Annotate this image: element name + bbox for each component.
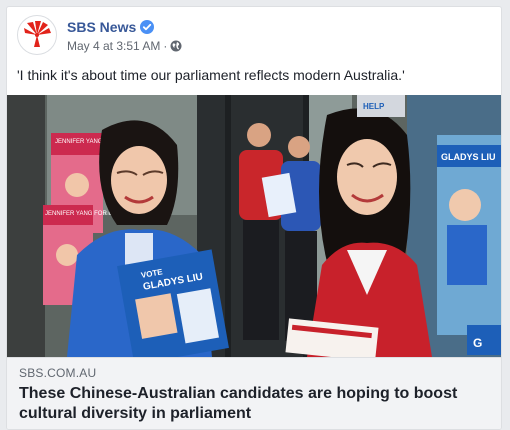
svg-text:G: G [473, 336, 482, 350]
svg-text:GLADYS LIU: GLADYS LIU [441, 152, 496, 162]
volunteer-red-shirt [239, 123, 283, 340]
link-domain: SBS.COM.AU [19, 366, 97, 380]
page-avatar[interactable] [17, 15, 57, 55]
post-meta: May 4 at 3:51 AM · [67, 39, 182, 53]
globe-icon[interactable] [170, 40, 182, 52]
post-timestamp[interactable]: May 4 at 3:51 AM [67, 39, 160, 53]
link-preview[interactable]: SBS.COM.AU These Chinese-Australian cand… [7, 357, 501, 429]
svg-text:HELP: HELP [363, 102, 385, 111]
campaign-photo: JENNIFER YANG FOR CHISHOLM JENNIFER YANG… [7, 95, 501, 357]
link-headline[interactable]: These Chinese-Australian candidates are … [19, 384, 489, 424]
sbs-logo-icon [24, 21, 51, 47]
verified-badge-icon [140, 20, 155, 34]
post-card: SBS News May 4 at 3:51 AM · 'I think it'… [6, 6, 502, 430]
post-photo[interactable]: JENNIFER YANG FOR CHISHOLM JENNIFER YANG… [7, 95, 501, 357]
page-name-link[interactable]: SBS News [67, 19, 155, 35]
post-header: SBS News May 4 at 3:51 AM · [17, 15, 491, 59]
flyer-gladys-liu: VOTE GLADYS LIU [117, 249, 229, 357]
post-message: 'I think it's about time our parliament … [17, 67, 405, 83]
meta-separator: · [163, 39, 168, 53]
page-name[interactable]: SBS News [67, 19, 136, 35]
